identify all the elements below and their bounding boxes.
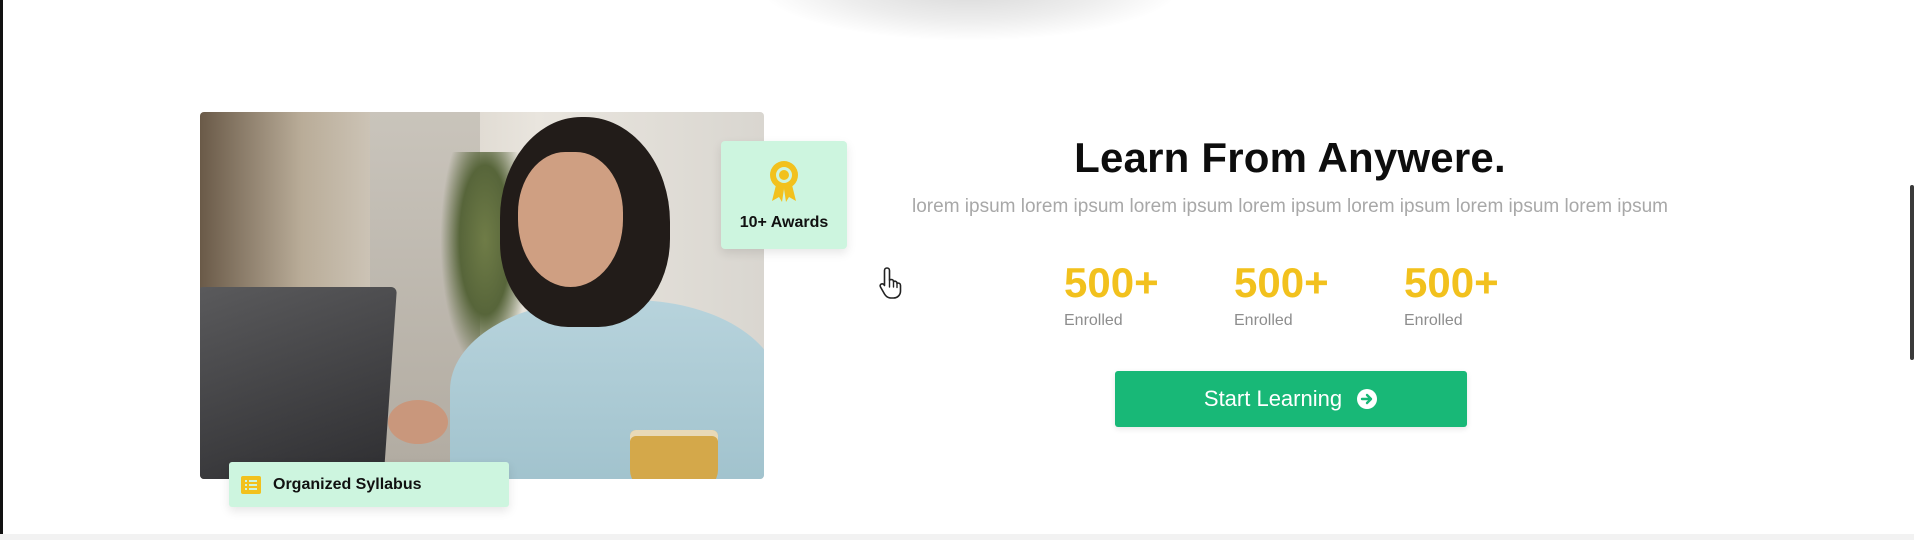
stat-item: 500+ Enrolled [1064, 262, 1234, 330]
stat-item: 500+ Enrolled [1404, 262, 1574, 330]
stat-value: 500+ [1234, 259, 1329, 306]
start-learning-button[interactable]: Start Learning [1115, 371, 1467, 427]
section-divider [0, 534, 1914, 540]
photo-cup [630, 430, 718, 479]
stat-label: Enrolled [1064, 312, 1123, 329]
hand-cursor-icon [878, 266, 906, 305]
stat-label: Enrolled [1404, 312, 1463, 329]
hero-subtext: lorem ipsum lorem ipsum lorem ipsum lore… [912, 196, 1668, 217]
scrollbar[interactable] [1910, 185, 1914, 360]
stat-label: Enrolled [1234, 312, 1293, 329]
card-shadow [760, 0, 1180, 40]
awards-label: 10+ Awards [739, 213, 829, 231]
page-title: Learn From Anywere. [1074, 134, 1506, 181]
award-ribbon-icon [767, 159, 801, 214]
syllabus-badge: Organized Syllabus [229, 462, 509, 507]
stats-row: 500+ Enrolled 500+ Enrolled 500+ Enrolle… [1064, 262, 1574, 330]
start-learning-label: Start Learning [1203, 386, 1343, 411]
stat-item: 500+ Enrolled [1234, 262, 1404, 330]
arrow-right-circle-icon [1356, 388, 1378, 410]
stat-value: 500+ [1064, 259, 1159, 306]
photo-laptop [200, 287, 397, 479]
stat-value: 500+ [1404, 259, 1499, 306]
window-edge [0, 0, 3, 540]
hero-image [200, 112, 764, 479]
hero-content: Learn From Anywere. lorem ipsum lorem ip… [860, 134, 1720, 218]
syllabus-label: Organized Syllabus [273, 475, 422, 493]
list-icon [241, 475, 261, 494]
awards-badge: 10+ Awards [721, 141, 847, 249]
photo-hand [388, 400, 448, 444]
photo-face [518, 152, 623, 287]
